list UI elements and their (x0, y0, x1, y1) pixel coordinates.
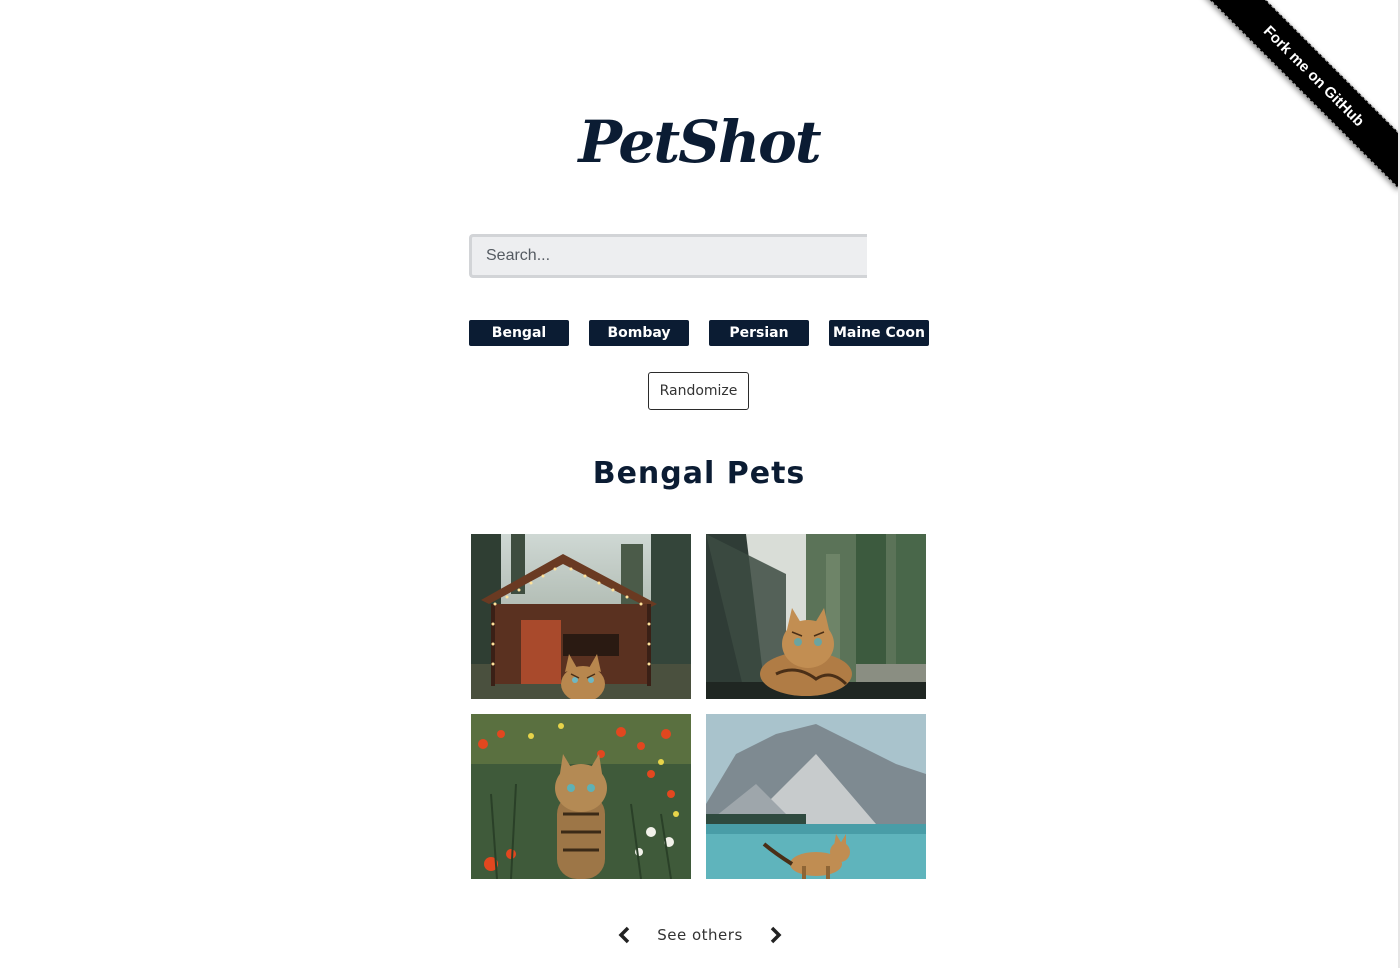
logo: PetShot (578, 108, 821, 176)
breed-button-bombay[interactable]: Bombay (589, 320, 689, 346)
breed-filter-buttons: Bengal Bombay Persian Maine Coon (469, 320, 929, 346)
gallery-title: Bengal Pets (592, 456, 806, 491)
page: Fork me on GitHub PetShot Bengal Bombay … (0, 0, 1400, 968)
pet-photo-car-window[interactable] (706, 534, 926, 699)
breed-button-bengal[interactable]: Bengal (469, 320, 569, 346)
breed-button-maine-coon[interactable]: Maine Coon (829, 320, 929, 346)
search-input[interactable] (469, 234, 867, 278)
pet-photo-cabin[interactable] (471, 534, 691, 699)
chevron-right-icon[interactable] (762, 920, 790, 950)
randomize-button[interactable]: Randomize (648, 372, 749, 410)
pet-photo-lake[interactable] (706, 714, 926, 879)
pager: See others (610, 920, 790, 950)
chevron-left-icon[interactable] (610, 920, 638, 950)
pet-photo-meadow[interactable] (471, 714, 691, 879)
photo-gallery (471, 534, 926, 879)
see-others-label[interactable]: See others (657, 926, 743, 944)
breed-button-persian[interactable]: Persian (709, 320, 809, 346)
